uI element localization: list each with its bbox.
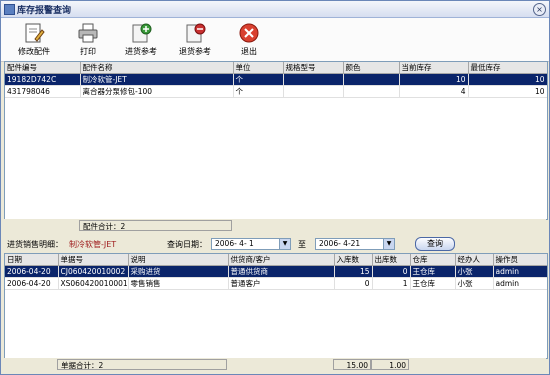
column-header[interactable]: 出库数 — [372, 254, 411, 266]
in-quantity: 15 — [334, 265, 373, 278]
date-from-value: 2006- 4- 1 — [215, 239, 254, 248]
detail-grid[interactable]: 日期 单据号 说明 供货商/客户 入库数 出库数 仓库 经办人 操作员 2006… — [4, 253, 548, 359]
column-header[interactable]: 单据号 — [58, 254, 129, 266]
handler: 小张 — [455, 265, 494, 278]
in-quantity: 0 — [334, 277, 373, 290]
part-unit: 个 — [233, 85, 284, 98]
chevron-down-icon[interactable]: ▼ — [279, 239, 290, 249]
part-name: 制冷软管-JET — [80, 73, 234, 86]
title-bar: 库存报警查询 × — [1, 1, 549, 18]
query-date-label: 查询日期： — [167, 240, 207, 249]
toolbar-label: 修改配件 — [18, 47, 50, 56]
warehouse: 王仓库 — [410, 265, 456, 278]
doc-date: 2006-04-20 — [5, 277, 59, 290]
supplier-customer: 普通客户 — [228, 277, 335, 290]
operator: admin — [493, 277, 547, 290]
column-header[interactable]: 操作员 — [493, 254, 547, 266]
column-header[interactable]: 规格型号 — [283, 62, 344, 74]
printer-icon — [78, 23, 98, 43]
column-header[interactable]: 日期 — [5, 254, 59, 266]
current-stock: 10 — [399, 73, 469, 86]
exit-icon — [239, 23, 259, 43]
purchase-reference-button[interactable]: 进货参考 — [114, 20, 168, 60]
table-row[interactable]: 2006-04-20 CJ060420010002 采购进货 普通供货商 15 … — [5, 265, 547, 278]
detail-summary-bar: 单据合计：2 15.00 1.00 — [4, 358, 546, 372]
warehouse: 王仓库 — [410, 277, 456, 290]
column-header[interactable]: 经办人 — [455, 254, 494, 266]
total-out-quantity: 1.00 — [371, 359, 409, 370]
min-stock: 10 — [468, 85, 547, 98]
table-row[interactable]: 2006-04-20 XS060420010001 零售销售 普通客户 0 1 … — [5, 277, 547, 290]
return-reference-icon — [186, 23, 206, 43]
current-stock: 4 — [399, 85, 469, 98]
part-color — [343, 85, 400, 98]
toolbar-label: 退货参考 — [179, 47, 211, 56]
stock-alert-window: 库存报警查询 × 修改配件 打印 进货参考 退货参考 退出 配件编号 配件名称 … — [0, 0, 550, 375]
purchase-reference-icon — [132, 23, 152, 43]
doc-description: 采购进货 — [128, 265, 229, 278]
parts-header-row: 配件编号 配件名称 单位 规格型号 颜色 当前库存 最低库存 — [5, 62, 547, 74]
print-button[interactable]: 打印 — [61, 20, 115, 60]
part-spec — [283, 85, 344, 98]
table-row[interactable]: 19182D742C 制冷软管-JET 个 10 10 — [5, 73, 547, 86]
doc-number: CJ060420010002 — [58, 265, 129, 278]
column-header[interactable]: 配件编号 — [5, 62, 81, 74]
handler: 小张 — [455, 277, 494, 290]
detail-label: 进货销售明细： — [7, 240, 63, 249]
total-in-quantity: 15.00 — [333, 359, 371, 370]
column-header[interactable]: 配件名称 — [80, 62, 234, 74]
doc-date: 2006-04-20 — [5, 265, 59, 278]
parts-count: 配件合计：2 — [79, 220, 232, 231]
detail-header-row: 日期 单据号 说明 供货商/客户 入库数 出库数 仓库 经办人 操作员 — [5, 254, 547, 266]
parts-grid[interactable]: 配件编号 配件名称 单位 规格型号 颜色 当前库存 最低库存 19182D742… — [4, 61, 548, 220]
toolbar: 修改配件 打印 进货参考 退货参考 退出 — [1, 18, 549, 62]
min-stock: 10 — [468, 73, 547, 86]
app-icon — [4, 4, 15, 15]
column-header[interactable]: 最低库存 — [468, 62, 547, 74]
date-from-field[interactable]: 2006- 4- 1 ▼ — [211, 238, 291, 250]
doc-count: 单据合计：2 — [57, 359, 227, 370]
selected-part-name: 制冷软管-JET — [69, 240, 117, 249]
column-header[interactable]: 供货商/客户 — [228, 254, 335, 266]
doc-number: XS060420010001 — [58, 277, 129, 290]
window-title: 库存报警查询 — [17, 6, 72, 16]
date-to-field[interactable]: 2006- 4-21 ▼ — [315, 238, 395, 250]
parts-summary-bar: 配件合计：2 — [4, 219, 546, 232]
part-color — [343, 73, 400, 86]
part-code: 19182D742C — [5, 73, 81, 86]
table-row[interactable]: 431798046 离合器分泵修包-100 个 4 10 — [5, 85, 547, 98]
edit-parts-icon — [25, 23, 45, 43]
query-button[interactable]: 查询 — [415, 237, 455, 251]
supplier-customer: 普通供货商 — [228, 265, 335, 278]
part-code: 431798046 — [5, 85, 81, 98]
part-name: 离合器分泵修包-100 — [80, 85, 234, 98]
detail-filter-bar: 进货销售明细： 制冷软管-JET 查询日期： 2006- 4- 1 ▼ 至 20… — [1, 237, 549, 252]
return-reference-button[interactable]: 退货参考 — [168, 20, 222, 60]
part-spec — [283, 73, 344, 86]
operator: admin — [493, 265, 547, 278]
toolbar-label: 打印 — [80, 47, 96, 56]
column-header[interactable]: 说明 — [128, 254, 229, 266]
out-quantity: 1 — [372, 277, 411, 290]
column-header[interactable]: 当前库存 — [399, 62, 469, 74]
date-to-value: 2006- 4-21 — [319, 239, 361, 248]
column-header[interactable]: 入库数 — [334, 254, 373, 266]
column-header[interactable]: 单位 — [233, 62, 284, 74]
to-label: 至 — [298, 240, 306, 249]
close-button[interactable]: × — [533, 3, 546, 16]
toolbar-label: 退出 — [241, 47, 257, 56]
part-unit: 个 — [233, 73, 284, 86]
out-quantity: 0 — [372, 265, 411, 278]
chevron-down-icon[interactable]: ▼ — [383, 239, 394, 249]
edit-parts-button[interactable]: 修改配件 — [7, 20, 61, 60]
doc-description: 零售销售 — [128, 277, 229, 290]
column-header[interactable]: 仓库 — [410, 254, 456, 266]
column-header[interactable]: 颜色 — [343, 62, 400, 74]
exit-button[interactable]: 退出 — [222, 20, 276, 60]
toolbar-label: 进货参考 — [125, 47, 157, 56]
